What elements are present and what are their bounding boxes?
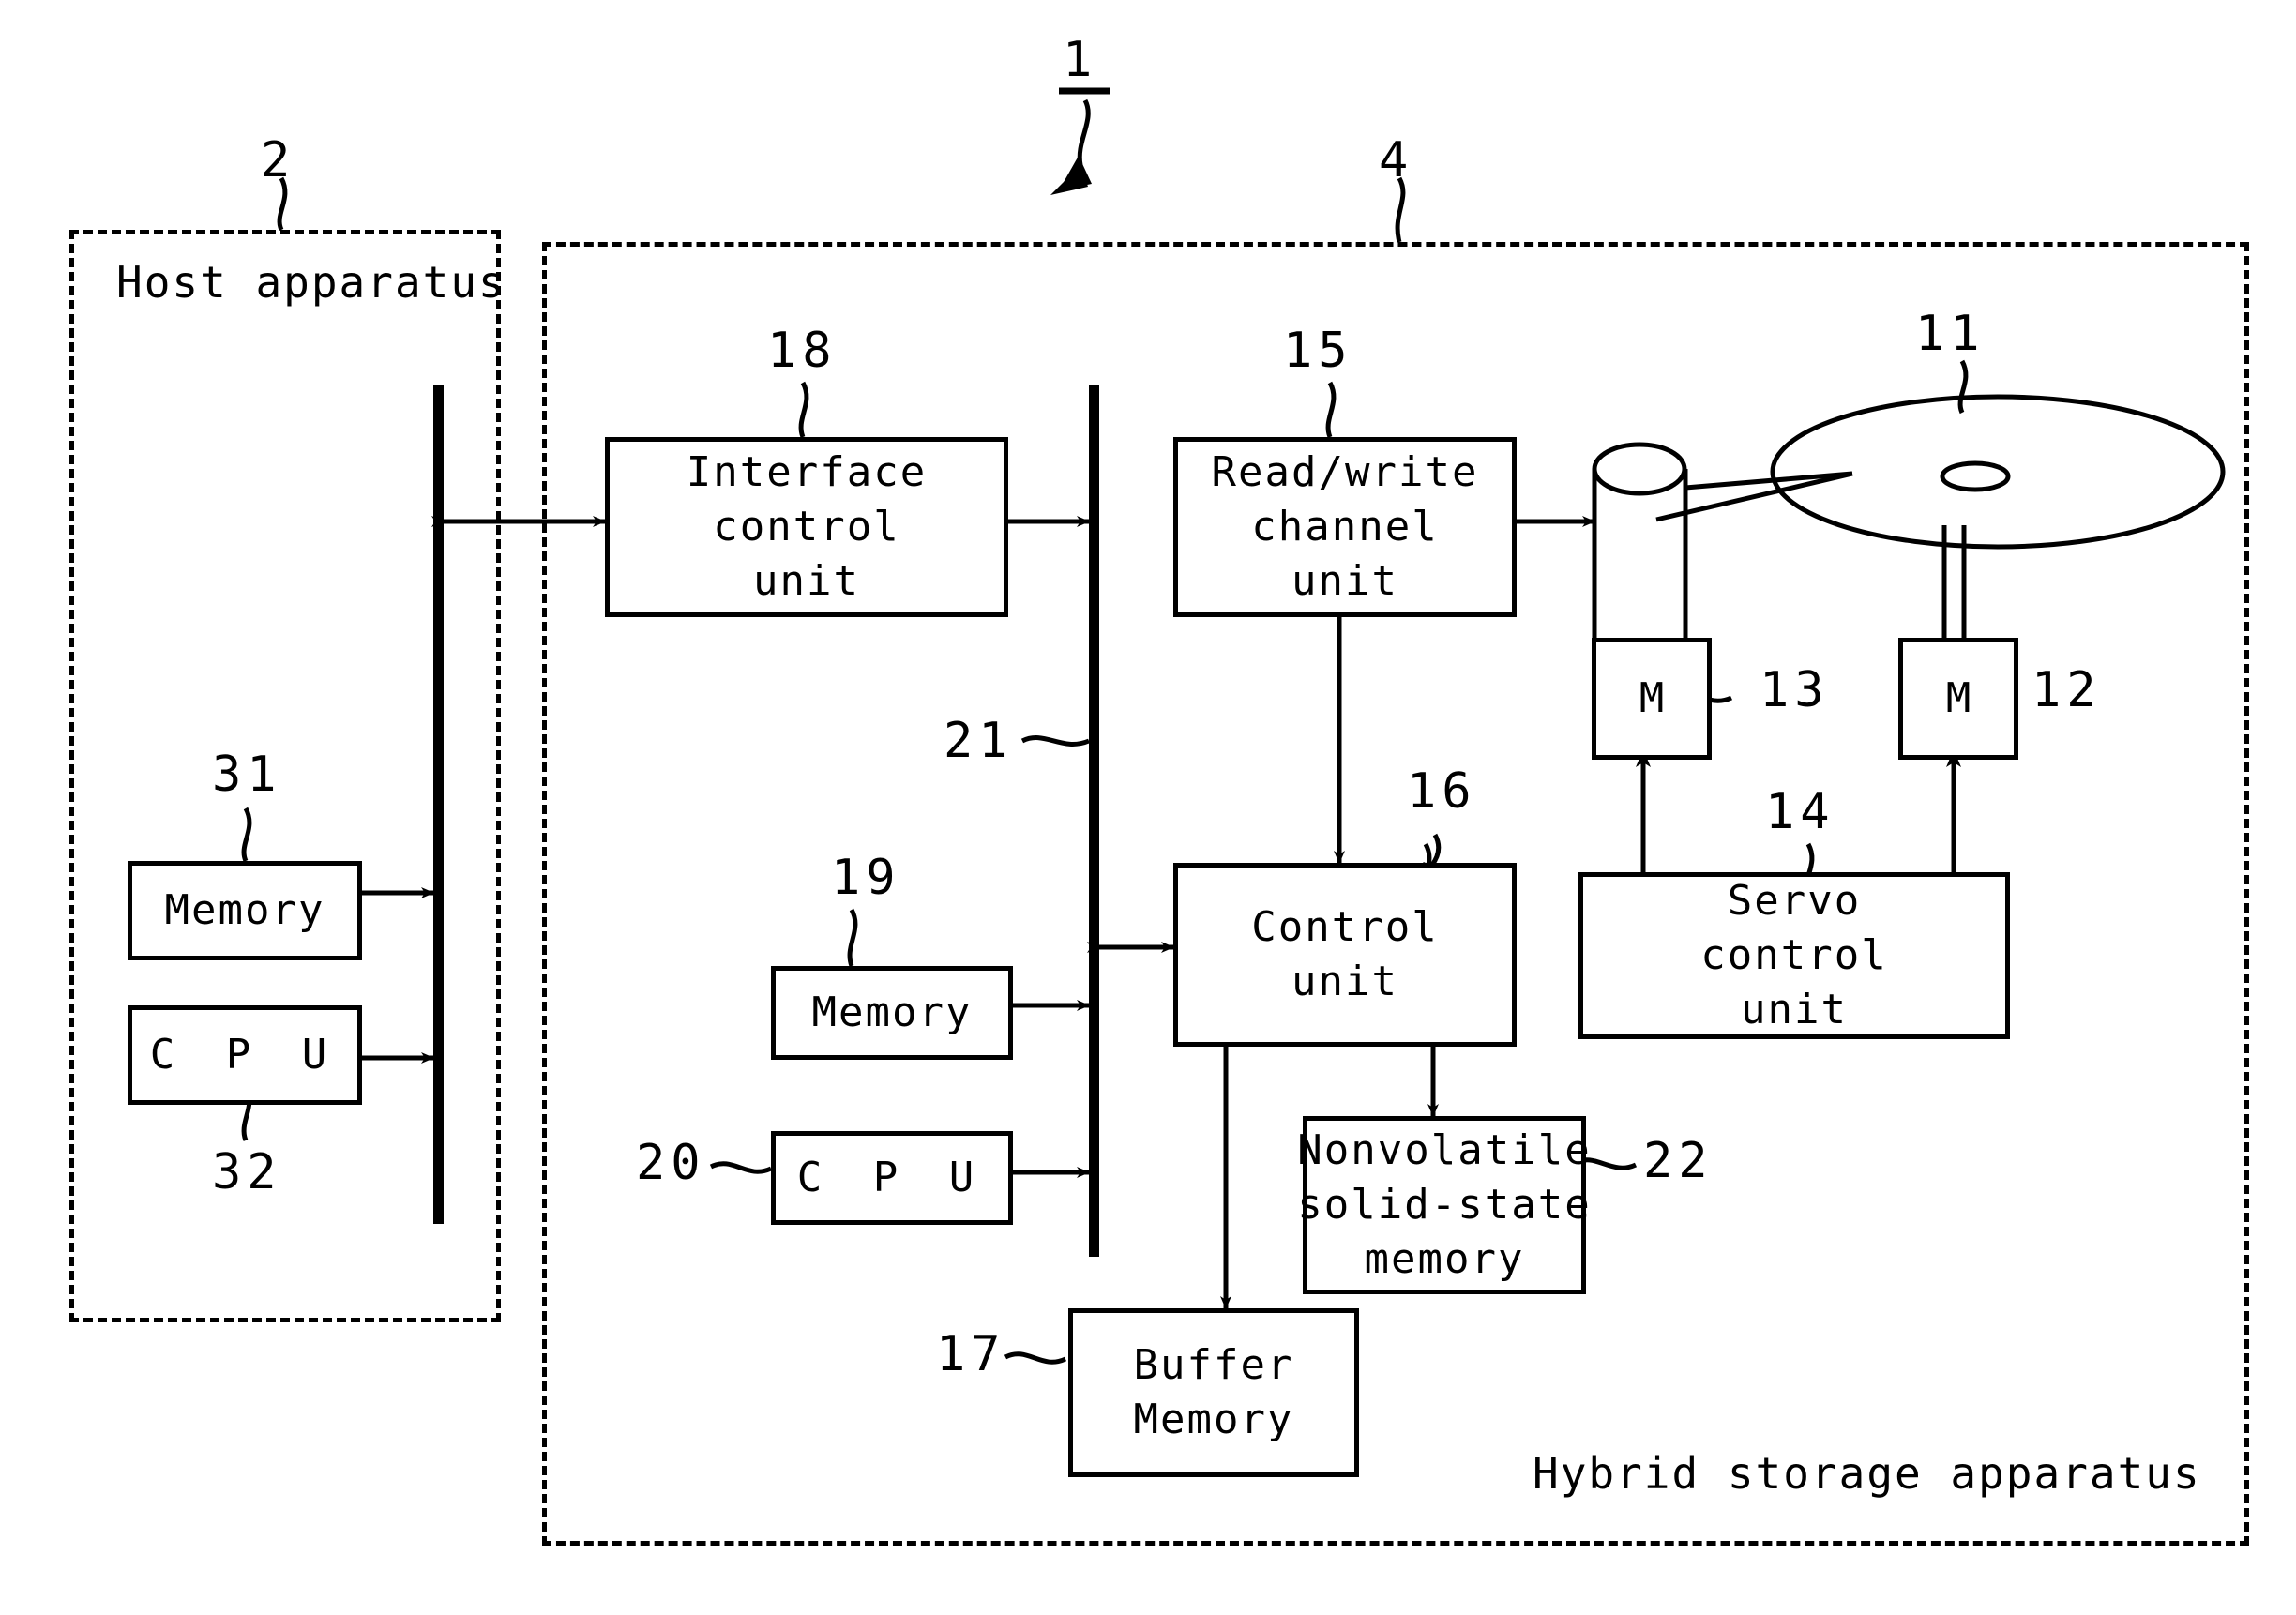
- buffer-memory-line2: Memory: [1133, 1396, 1294, 1443]
- spindle-motor-label: M: [1945, 673, 1971, 722]
- ref-17: 17: [936, 1326, 1006, 1382]
- host-memory-block[interactable]: Memory: [128, 861, 362, 960]
- device-memory-block[interactable]: Memory: [771, 966, 1013, 1060]
- voice-coil-motor-label: M: [1639, 673, 1665, 722]
- host-cpu-label: C P U: [149, 1030, 340, 1079]
- ref-21: 21: [944, 713, 1014, 769]
- servo-control-unit-block[interactable]: Servo control unit: [1578, 872, 2010, 1039]
- servo-control-unit-line1: Servo: [1727, 876, 1862, 925]
- nvm-line2: solid-state: [1297, 1180, 1592, 1229]
- voice-coil-motor-block[interactable]: M: [1592, 638, 1712, 760]
- interface-control-unit-line2: control: [713, 502, 900, 551]
- device-bus-line-21: [1089, 385, 1099, 1257]
- servo-control-unit-line2: control: [1700, 930, 1888, 979]
- read-write-channel-unit-line3: unit: [1292, 557, 1398, 606]
- ref-32: 32: [212, 1144, 282, 1200]
- host-memory-label: Memory: [164, 885, 325, 934]
- control-unit-line2: unit: [1292, 958, 1398, 1005]
- device-cpu-block[interactable]: C P U: [771, 1131, 1013, 1225]
- ref-22: 22: [1643, 1133, 1714, 1189]
- ref-20: 20: [636, 1135, 706, 1191]
- host-cpu-block[interactable]: C P U: [128, 1005, 362, 1105]
- control-unit-block[interactable]: Control unit: [1173, 863, 1517, 1047]
- nvm-line3: memory: [1364, 1235, 1525, 1284]
- ref-14: 14: [1765, 784, 1835, 840]
- buffer-memory-block[interactable]: Buffer Memory: [1068, 1308, 1359, 1477]
- ref-16: 16: [1407, 763, 1477, 820]
- control-unit-line1: Control: [1251, 902, 1439, 951]
- ref-1: 1: [1063, 32, 1098, 88]
- device-cpu-label: C P U: [796, 1153, 988, 1201]
- host-bus-line: [433, 385, 444, 1224]
- host-apparatus-caption: Host apparatus: [116, 257, 506, 308]
- ref-13: 13: [1760, 662, 1830, 718]
- ref-18: 18: [767, 323, 838, 379]
- read-write-channel-unit-block[interactable]: Read/write channel unit: [1173, 437, 1517, 617]
- hybrid-storage-apparatus-caption: Hybrid storage apparatus: [1533, 1448, 2201, 1499]
- servo-control-unit-line3: unit: [1741, 986, 1848, 1034]
- interface-control-unit-line3: unit: [753, 557, 860, 606]
- nonvolatile-solid-state-memory-block[interactable]: Nonvolatile solid-state memory: [1297, 1116, 1590, 1294]
- ref-19: 19: [831, 850, 901, 906]
- spindle-motor-block[interactable]: M: [1898, 638, 2018, 760]
- read-write-channel-unit-line1: Read/write: [1211, 447, 1479, 496]
- ref-2: 2: [261, 132, 296, 189]
- figure-canvas: Host apparatus Memory C P U Interface co…: [0, 0, 2296, 1615]
- buffer-memory-line1: Buffer: [1133, 1340, 1294, 1389]
- ref-15: 15: [1283, 323, 1353, 379]
- ref-11: 11: [1915, 306, 1986, 362]
- device-memory-label: Memory: [811, 988, 973, 1036]
- interface-control-unit-line1: Interface: [686, 447, 928, 496]
- nvm-line1: Nonvolatile: [1297, 1125, 1592, 1174]
- ref-12: 12: [2032, 662, 2102, 718]
- ref-31: 31: [212, 747, 282, 803]
- ref-4: 4: [1379, 132, 1414, 189]
- interface-control-unit-block[interactable]: Interface control unit: [605, 437, 1008, 617]
- read-write-channel-unit-line2: channel: [1251, 502, 1439, 551]
